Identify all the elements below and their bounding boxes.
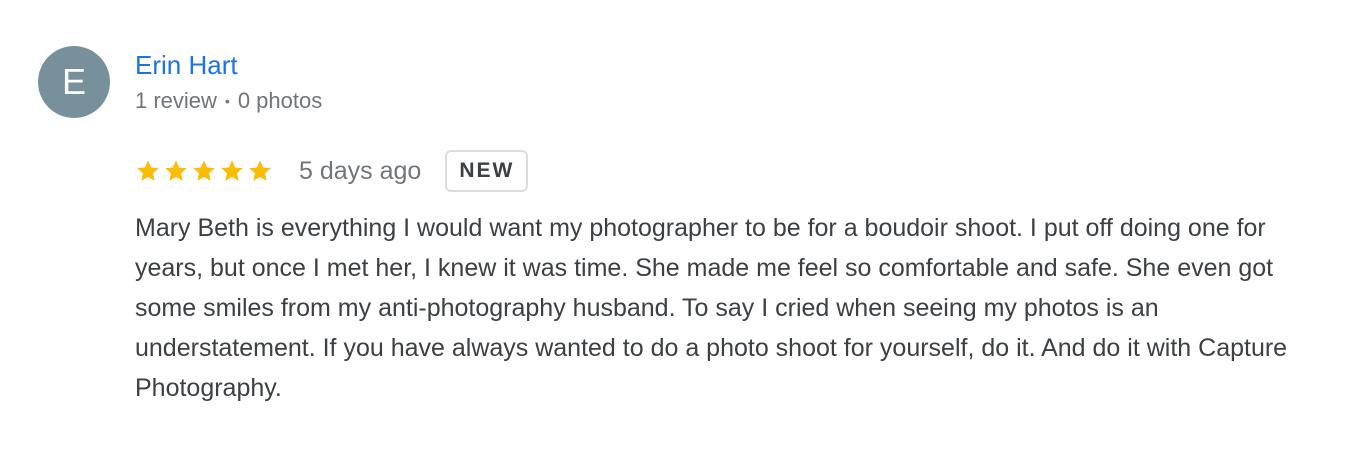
reviewer-name-link[interactable]: Erin Hart: [135, 50, 238, 81]
star-rating: [135, 158, 273, 184]
star-icon: [191, 158, 217, 184]
star-icon: [247, 158, 273, 184]
review-text: Mary Beth is everything I would want my …: [135, 214, 1288, 402]
avatar-initial: E: [61, 61, 86, 102]
review-card: E Erin Hart 1 review • 0 photos 5 days a…: [0, 0, 1354, 457]
star-icon: [163, 158, 189, 184]
photo-count: 0 photos: [237, 88, 323, 113]
rating-row: 5 days ago NEW: [135, 148, 529, 194]
review-count: 1 review: [135, 88, 217, 113]
star-icon: [135, 158, 161, 184]
review-date: 5 days ago: [299, 156, 422, 185]
new-badge: NEW: [445, 150, 529, 192]
reviewer-meta: 1 review • 0 photos: [135, 88, 322, 114]
star-icon: [219, 158, 245, 184]
meta-separator: •: [224, 93, 230, 109]
avatar[interactable]: E: [38, 46, 110, 118]
